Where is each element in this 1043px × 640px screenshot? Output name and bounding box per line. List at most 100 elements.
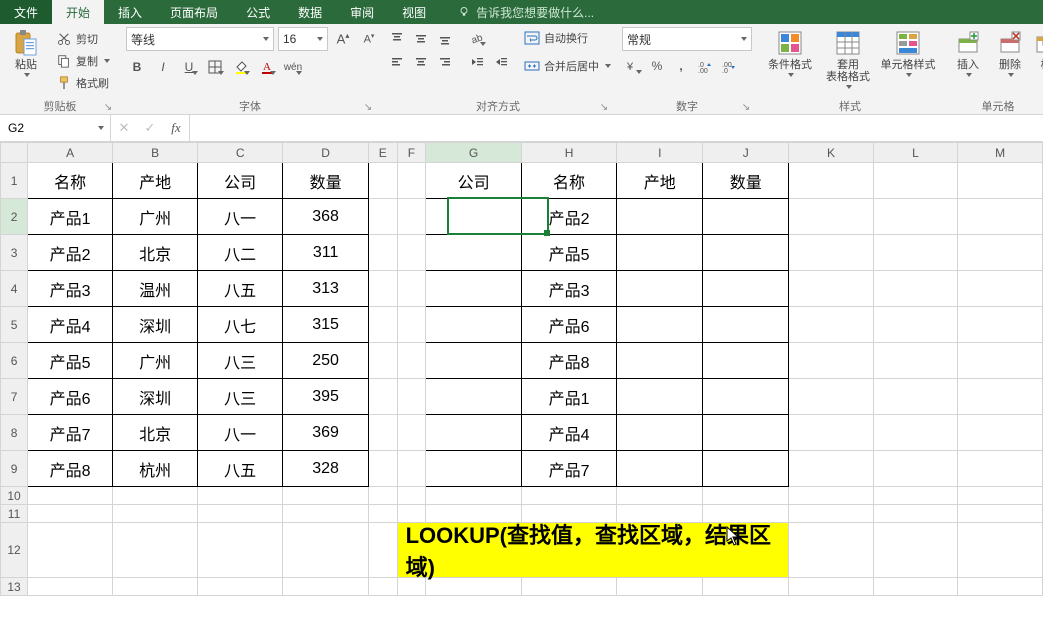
row-header[interactable]: 8 <box>1 415 28 451</box>
cell[interactable] <box>789 379 874 415</box>
wrap-text-button[interactable]: 自动换行 <box>524 27 611 49</box>
cell[interactable] <box>703 307 789 343</box>
cell[interactable]: 八三 <box>198 343 283 379</box>
cell[interactable] <box>958 578 1043 596</box>
column-header[interactable]: I <box>617 143 703 163</box>
cell[interactable] <box>426 451 521 487</box>
dialog-launcher-icon[interactable]: ↘ <box>740 102 752 114</box>
cell[interactable] <box>198 523 283 578</box>
align-right-button[interactable] <box>434 51 456 73</box>
column-header[interactable]: J <box>703 143 789 163</box>
cell[interactable] <box>426 487 521 505</box>
column-header[interactable]: K <box>789 143 874 163</box>
cell[interactable] <box>368 343 397 379</box>
cell[interactable] <box>873 379 957 415</box>
cell[interactable] <box>617 271 703 307</box>
cell[interactable]: 名称 <box>521 163 616 199</box>
cell[interactable] <box>703 415 789 451</box>
increase-font-button[interactable]: A▴ <box>332 28 354 50</box>
spreadsheet-grid[interactable]: ABCDEFGHIJKLM1名称产地公司数量公司名称产地数量2产品1广州八一36… <box>0 142 1043 596</box>
fill-color-button[interactable] <box>230 56 252 78</box>
row-header[interactable]: 10 <box>1 487 28 505</box>
cell[interactable]: 八二 <box>198 235 283 271</box>
cell[interactable]: 产品2 <box>28 235 113 271</box>
percent-button[interactable]: % <box>646 55 668 77</box>
cell[interactable] <box>789 271 874 307</box>
row-header[interactable]: 5 <box>1 307 28 343</box>
row-header[interactable]: 2 <box>1 199 28 235</box>
cell[interactable]: 数量 <box>283 163 369 199</box>
row-header[interactable]: 4 <box>1 271 28 307</box>
cell[interactable]: 八一 <box>198 199 283 235</box>
row-header[interactable]: 7 <box>1 379 28 415</box>
cell[interactable]: 产品2 <box>521 199 616 235</box>
cell[interactable] <box>28 487 113 505</box>
number-format-combo[interactable]: 常规 <box>622 27 752 51</box>
cell[interactable]: 产品7 <box>28 415 113 451</box>
phonetic-button[interactable]: wén <box>282 56 304 78</box>
cell-styles-button[interactable]: 单元格样式 <box>880 27 936 89</box>
cell[interactable] <box>198 505 283 523</box>
cell[interactable] <box>617 235 703 271</box>
cell[interactable] <box>397 235 426 271</box>
cell[interactable] <box>283 505 369 523</box>
cell[interactable] <box>958 235 1043 271</box>
cell[interactable]: 产品8 <box>28 451 113 487</box>
cell[interactable] <box>426 379 521 415</box>
column-header[interactable]: H <box>521 143 616 163</box>
cell[interactable] <box>873 578 957 596</box>
cell[interactable] <box>873 235 957 271</box>
cell[interactable] <box>198 487 283 505</box>
insert-cells-button[interactable]: 插入 <box>948 27 988 77</box>
cell[interactable] <box>789 307 874 343</box>
cell[interactable]: 产品4 <box>521 415 616 451</box>
cell[interactable]: 八五 <box>198 451 283 487</box>
cell[interactable] <box>789 578 874 596</box>
cell[interactable] <box>958 505 1043 523</box>
tab-home[interactable]: 开始 <box>52 0 104 24</box>
column-header[interactable]: C <box>198 143 283 163</box>
cell[interactable] <box>426 235 521 271</box>
cell[interactable]: 产品3 <box>28 271 113 307</box>
cell[interactable] <box>873 163 957 199</box>
cell[interactable] <box>789 487 874 505</box>
cell[interactable]: 313 <box>283 271 369 307</box>
cell[interactable] <box>703 199 789 235</box>
enter-formula-button[interactable]: ✓ <box>137 115 163 141</box>
decrease-decimal-button[interactable]: .00.0 <box>718 55 740 77</box>
cell[interactable] <box>789 505 874 523</box>
cell[interactable] <box>368 415 397 451</box>
cell[interactable]: 产品8 <box>521 343 616 379</box>
cell[interactable] <box>28 523 113 578</box>
tab-page-layout[interactable]: 页面布局 <box>156 0 232 24</box>
cell[interactable]: 八三 <box>198 379 283 415</box>
cell[interactable] <box>703 379 789 415</box>
comma-button[interactable]: , <box>670 55 692 77</box>
cell[interactable] <box>397 415 426 451</box>
cell[interactable] <box>703 343 789 379</box>
cell[interactable] <box>426 343 521 379</box>
cell[interactable] <box>397 271 426 307</box>
cell[interactable] <box>958 379 1043 415</box>
bold-button[interactable]: B <box>126 56 148 78</box>
increase-indent-button[interactable] <box>490 51 512 73</box>
align-left-button[interactable] <box>386 51 408 73</box>
cell[interactable] <box>368 235 397 271</box>
name-box-input[interactable] <box>6 120 92 136</box>
orientation-button[interactable]: ab <box>466 27 488 49</box>
cell[interactable] <box>521 487 616 505</box>
cell[interactable]: 产品6 <box>521 307 616 343</box>
cell[interactable] <box>873 199 957 235</box>
row-header[interactable]: 11 <box>1 505 28 523</box>
cell[interactable]: 八五 <box>198 271 283 307</box>
cell[interactable] <box>789 343 874 379</box>
cell[interactable]: 368 <box>283 199 369 235</box>
cell[interactable] <box>958 343 1043 379</box>
font-color-button[interactable]: A <box>256 56 278 78</box>
tell-me-search[interactable]: 告诉我您想要做什么... <box>440 0 594 24</box>
cell[interactable] <box>789 199 874 235</box>
cell[interactable]: 产品3 <box>521 271 616 307</box>
cell[interactable]: 369 <box>283 415 369 451</box>
delete-cells-button[interactable]: 删除 <box>990 27 1030 77</box>
paste-button[interactable]: 粘贴 <box>6 27 46 77</box>
